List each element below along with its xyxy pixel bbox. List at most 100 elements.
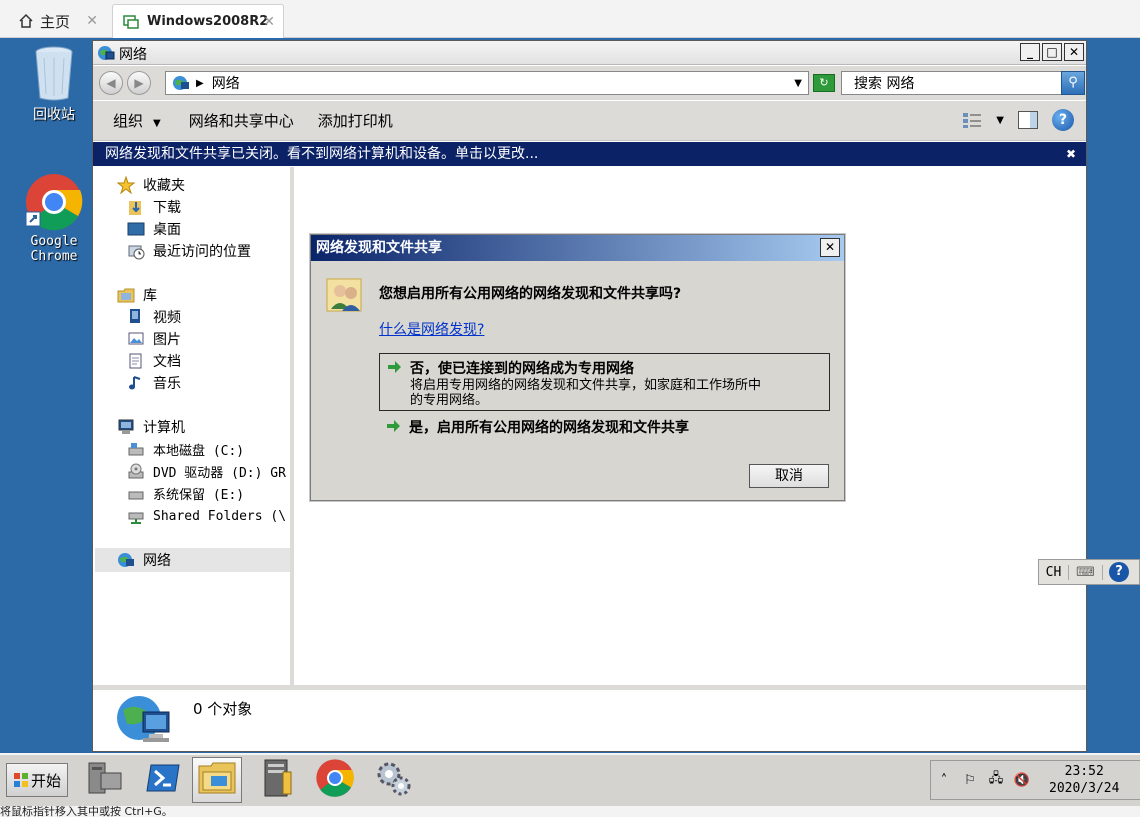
help-icon[interactable]: ? — [1052, 109, 1074, 131]
address-text: 网络 — [211, 76, 240, 92]
option-private-network[interactable]: 否，使已连接到的网络成为专用网络 将启用专用网络的网络发现和文件共享，如家庭和工… — [379, 353, 830, 411]
powershell-icon — [145, 763, 181, 797]
start-button[interactable]: 开始 — [6, 763, 68, 797]
details-pane: 0 个对象 — [93, 685, 1086, 751]
langbar-help-icon[interactable]: ? — [1109, 562, 1129, 582]
taskbar-powershell[interactable] — [138, 757, 188, 803]
nav-libraries[interactable]: 库 — [117, 284, 157, 306]
back-button[interactable]: ◀ — [99, 71, 123, 95]
tab-home[interactable]: 主页 ✕ — [8, 4, 106, 38]
breadcrumb-separator-icon[interactable]: ▶ — [196, 78, 204, 89]
taskbar-server-manager[interactable] — [80, 757, 130, 803]
network-tray-icon[interactable]: 🖧 — [983, 769, 1009, 791]
start-label: 开始 — [30, 771, 61, 790]
show-hidden-icons-icon[interactable]: ˄ — [931, 773, 957, 788]
refresh-button[interactable]: ↻ — [813, 74, 835, 92]
info-bar[interactable]: 网络发现和文件共享已关闭。看不到网络计算机和设备。单击以更改... ✖ — [93, 142, 1086, 166]
desktop-icon-chrome[interactable]: Google Chrome — [14, 172, 94, 264]
local-disk-icon — [127, 440, 145, 458]
nav-system-reserved-e[interactable]: 系统保留 (E:) — [127, 482, 244, 504]
libraries-icon — [117, 286, 135, 304]
search-input[interactable]: 搜索 网络 ⚲ — [841, 71, 1085, 95]
dialog-titlebar[interactable]: 网络发现和文件共享 ✕ — [311, 235, 844, 261]
desktop-icon-recycle-bin[interactable]: 回收站 — [14, 44, 94, 124]
search-icon[interactable]: ⚲ — [1061, 71, 1085, 95]
chrome-icon — [24, 172, 84, 232]
view-dropdown-icon[interactable]: ▼ — [996, 115, 1004, 126]
nav-music[interactable]: 音乐 — [127, 372, 181, 394]
nav-documents[interactable]: 文档 — [127, 350, 181, 372]
network-center-button[interactable]: 网络和共享中心 — [189, 110, 294, 131]
view-options-icon[interactable] — [962, 111, 982, 129]
nav-videos[interactable]: 视频 — [127, 306, 181, 328]
what-is-network-discovery-link[interactable]: 什么是网络发现? — [379, 319, 484, 339]
option-private-desc-line2: 的专用网络。 — [410, 393, 489, 408]
tab-vm[interactable]: Windows2008R2 ✕ — [112, 4, 284, 38]
language-indicator[interactable]: CH — [1039, 564, 1069, 580]
address-bar[interactable]: ▶ 网络 ▼ — [165, 71, 809, 95]
explorer-titlebar[interactable]: 网络 _ □ ✕ — [93, 41, 1086, 65]
chrome-label-line1: Google — [30, 234, 78, 249]
green-arrow-icon — [386, 359, 402, 375]
option-private-heading: 否，使已连接到的网络成为专用网络 — [410, 361, 634, 377]
item-count: 0 个对象 — [193, 700, 253, 718]
address-dropdown-icon[interactable]: ▼ — [794, 78, 802, 89]
nav-dvd-drive-d-label: DVD 驱动器 (D:) GR — [153, 465, 286, 481]
nav-recent-places[interactable]: 最近访问的位置 — [127, 240, 251, 262]
computer-icon — [117, 418, 135, 436]
tab-vm-close-icon[interactable]: ✕ — [263, 14, 275, 30]
nav-recent-places-label: 最近访问的位置 — [153, 244, 251, 260]
pane-splitter[interactable] — [290, 167, 294, 685]
explorer-folder-icon — [197, 760, 237, 800]
green-arrow-icon — [385, 418, 401, 434]
taskbar-settings[interactable] — [368, 757, 418, 803]
nav-computer-label: 计算机 — [143, 420, 185, 436]
preview-pane-icon[interactable] — [1018, 111, 1038, 129]
nav-network[interactable]: 网络 — [117, 549, 171, 571]
host-status-hint: 将鼠标指针移入其中或按 Ctrl+G。 — [0, 806, 1140, 817]
close-button[interactable]: ✕ — [1064, 43, 1084, 61]
nav-desktop[interactable]: 桌面 — [127, 218, 181, 240]
command-bar: 组织 ▼ 网络和共享中心 添加打印机 ▼ ? — [93, 101, 1086, 141]
cancel-button[interactable]: 取消 — [749, 464, 829, 488]
nav-pictures[interactable]: 图片 — [127, 328, 181, 350]
taskbar-explorer[interactable] — [192, 757, 242, 803]
nav-downloads-label: 下载 — [153, 200, 181, 216]
dvd-drive-icon — [127, 462, 145, 480]
maximize-button[interactable]: □ — [1042, 43, 1062, 61]
minimize-button[interactable]: _ — [1020, 43, 1040, 61]
nav-system-reserved-e-label: 系统保留 (E:) — [153, 487, 245, 503]
star-icon — [116, 175, 136, 195]
server-manager-icon — [85, 759, 125, 801]
nav-computer[interactable]: 计算机 — [117, 416, 185, 438]
add-printer-button[interactable]: 添加打印机 — [318, 110, 393, 131]
info-bar-close-icon[interactable]: ✖ — [1066, 142, 1076, 166]
clock-date: 2020/3/24 — [1049, 781, 1120, 796]
taskbar-server-tools[interactable] — [254, 757, 304, 803]
music-icon — [127, 374, 145, 392]
nav-pictures-label: 图片 — [153, 332, 181, 348]
nav-downloads[interactable]: 下载 — [127, 196, 181, 218]
option-private-desc-line1: 将启用专用网络的网络发现和文件共享，如家庭和工作场所中 — [410, 378, 762, 393]
dialog-close-button[interactable]: ✕ — [820, 238, 840, 257]
action-center-flag-icon[interactable]: ⚐ — [957, 773, 983, 788]
nav-shared-folders[interactable]: Shared Folders (\ — [127, 505, 286, 527]
keyboard-icon[interactable]: ⌨ — [1069, 564, 1103, 580]
clock-time: 23:52 — [1064, 764, 1104, 779]
nav-dvd-drive-d[interactable]: DVD 驱动器 (D:) GR — [127, 460, 286, 482]
volume-muted-icon[interactable]: 🔇 — [1009, 773, 1035, 788]
organize-button[interactable]: 组织 ▼ — [113, 110, 161, 131]
forward-button[interactable]: ▶ — [127, 71, 151, 95]
chrome-taskbar-icon — [315, 758, 355, 802]
nav-favorites-label: 收藏夹 — [143, 178, 185, 194]
clock[interactable]: 23:52 2020/3/24 — [1049, 763, 1119, 797]
taskbar: 开始 ˄ ⚐ 🖧 🔇 23:52 2020/3/24 — [0, 753, 1140, 806]
nav-network-label: 网络 — [143, 553, 171, 569]
nav-local-disk-c[interactable]: 本地磁盘 (C:) — [127, 438, 244, 460]
nav-favorites[interactable]: 收藏夹 — [116, 174, 185, 196]
taskbar-chrome[interactable] — [310, 757, 360, 803]
tab-home-close-icon[interactable]: ✕ — [86, 13, 98, 29]
disk-icon — [127, 484, 145, 502]
dialog-title: 网络发现和文件共享 — [316, 240, 442, 256]
option-enable-public[interactable]: 是，启用所有公用网络的网络发现和文件共享 — [379, 413, 830, 439]
